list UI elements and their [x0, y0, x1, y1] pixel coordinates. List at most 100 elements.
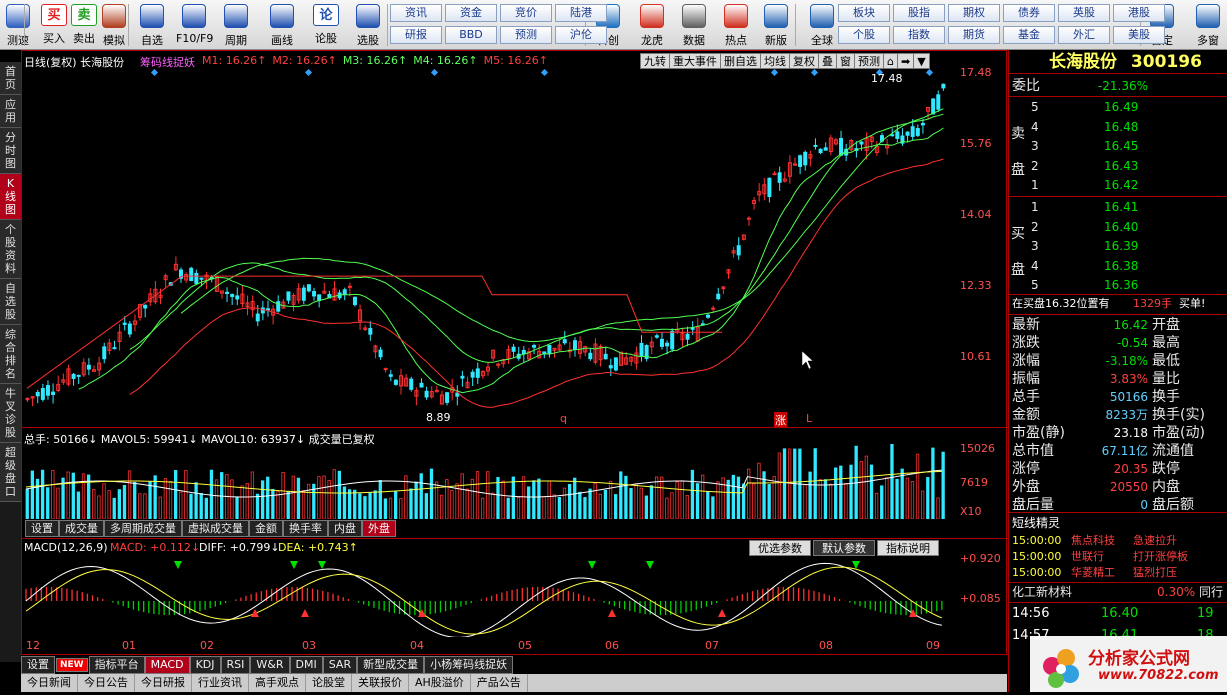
toolbar-pencil-icon[interactable]: 画线 [264, 2, 300, 48]
book-price[interactable]: 16.38 [1104, 259, 1138, 273]
left-tab[interactable]: 牛叉诊股 [0, 384, 21, 443]
indicator-tab[interactable]: 指标平台 [88, 656, 145, 674]
toolbar-new-version-icon[interactable]: 新版 [758, 2, 794, 48]
quick-button[interactable]: 基金 [1003, 26, 1055, 44]
book-price[interactable]: 16.49 [1104, 100, 1138, 114]
quick-button[interactable]: BBD [445, 26, 497, 44]
quick-button[interactable]: 外汇 [1058, 26, 1110, 44]
quick-button[interactable]: 美股 [1113, 26, 1165, 44]
volume-tab[interactable]: 虚拟成交量 [182, 520, 249, 537]
kline-button[interactable]: 叠 [818, 53, 837, 69]
toolbar-hot-icon[interactable]: 热点 [718, 2, 754, 48]
news-tab[interactable]: 关联报价 [352, 674, 409, 692]
book-price[interactable]: 16.48 [1104, 120, 1138, 134]
quick-button[interactable]: 股指 [893, 4, 945, 22]
quick-button[interactable]: 预测 [500, 26, 552, 44]
volume-tab[interactable]: 外盘 [362, 520, 396, 537]
quick-button[interactable]: 债券 [1003, 4, 1055, 22]
indicator-tab[interactable]: 新型成交量 [357, 656, 425, 674]
news-tab[interactable]: AH股溢价 [409, 674, 471, 692]
volume-tab[interactable]: 成交量 [59, 520, 104, 537]
toolbar-hammer-icon[interactable]: 模拟 [96, 2, 132, 48]
toolbar-select-stock-icon[interactable]: 选股 [350, 2, 386, 48]
sector-row[interactable]: 化工新材料 0.30% 同行 [1009, 583, 1227, 601]
book-price[interactable]: 16.45 [1104, 139, 1138, 153]
quick-button[interactable]: 板块 [838, 4, 890, 22]
toolbar-star-icon[interactable]: 自选 [134, 2, 170, 48]
sprite-title[interactable]: 短线精灵 [1009, 514, 1227, 532]
kline-button[interactable]: 九转 [640, 53, 670, 69]
kline-button[interactable]: 均线 [760, 53, 790, 69]
left-tab[interactable]: 综合排名 [0, 325, 21, 384]
kline-button[interactable]: 复权 [789, 53, 819, 69]
quick-button[interactable]: 港股 [1113, 4, 1165, 22]
book-price[interactable]: 16.40 [1104, 220, 1138, 234]
quick-button[interactable]: 资金 [445, 4, 497, 22]
indicator-tab[interactable]: 小杨筹码线捉妖 [424, 656, 514, 674]
book-price[interactable]: 16.36 [1104, 278, 1138, 292]
news-tab[interactable]: 产品公告 [471, 674, 528, 692]
volume-tab[interactable]: 设置 [25, 520, 59, 537]
toolbar-multi-window-icon[interactable]: 多窗 [1190, 2, 1226, 48]
indicator-tab[interactable]: W&R [250, 656, 290, 674]
indicator-tab[interactable]: MACD [144, 656, 190, 674]
volume-chart[interactable] [22, 444, 957, 519]
left-tab[interactable]: 自选股 [0, 279, 21, 325]
macd-button[interactable]: 指标说明 [877, 540, 939, 556]
volume-tab[interactable]: 内盘 [328, 520, 362, 537]
news-tab[interactable]: 今日新闻 [21, 674, 78, 692]
arrow-icon[interactable]: ➡ [896, 53, 915, 69]
toolbar-dragon-icon[interactable]: 龙虎 [634, 2, 670, 48]
toolbar-globe-icon[interactable]: 全球 [804, 2, 840, 48]
kline-chart[interactable] [22, 69, 957, 427]
kline-button[interactable]: 重大事件 [669, 53, 721, 69]
macd-button[interactable]: 默认参数 [813, 540, 875, 556]
left-tab[interactable]: 首页 [0, 62, 21, 95]
kline-button[interactable]: 预测 [854, 53, 884, 69]
book-price[interactable]: 16.42 [1104, 178, 1138, 192]
volume-tab[interactable]: 金额 [249, 520, 283, 537]
dropdown-icon[interactable]: ▼ [913, 53, 930, 69]
news-tab[interactable]: 今日研报 [135, 674, 192, 692]
quick-button[interactable]: 英股 [1058, 4, 1110, 22]
news-tab[interactable]: 行业资讯 [192, 674, 249, 692]
volume-tab[interactable]: 多周期成交量 [104, 520, 182, 537]
book-price[interactable]: 16.43 [1104, 159, 1138, 173]
left-tab[interactable]: 分时图 [0, 128, 21, 174]
news-tab[interactable]: 高手观点 [249, 674, 306, 692]
left-tab[interactable]: 个股资料 [0, 220, 21, 279]
indicator-name[interactable]: 筹码线捉妖 [140, 54, 195, 70]
toolbar-btn-8[interactable]: 论论股 [308, 2, 344, 48]
left-tab[interactable]: 超级盘口 [0, 443, 21, 502]
quick-button[interactable]: 期权 [948, 4, 1000, 22]
volume-tab[interactable]: 换手率 [283, 520, 328, 537]
lock-icon[interactable]: ⌂ [883, 53, 898, 69]
toolbar-clock-icon[interactable]: 测速 [0, 2, 36, 48]
left-tab[interactable]: K线图 [0, 174, 21, 220]
news-tab[interactable]: 今日公告 [78, 674, 135, 692]
book-price[interactable]: 16.41 [1104, 200, 1138, 214]
indicator-tab[interactable]: DMI [289, 656, 323, 674]
sprite-row[interactable]: 15:00:00 华菱精工 猛烈打压 [1009, 564, 1227, 582]
indicator-tab[interactable]: SAR [322, 656, 358, 674]
macd-button[interactable]: 优选参数 [749, 540, 811, 556]
quick-button[interactable]: 研报 [390, 26, 442, 44]
toolbar-f10-icon[interactable]: F10/F9 [176, 2, 213, 48]
kline-button[interactable]: 删自选 [720, 53, 761, 69]
indicator-tab[interactable]: RSI [220, 656, 251, 674]
quick-button[interactable]: 资讯 [390, 4, 442, 22]
toolbar-period-icon[interactable]: 周期 [218, 2, 254, 48]
book-price[interactable]: 16.39 [1104, 239, 1138, 253]
quick-button[interactable]: 指数 [893, 26, 945, 44]
kline-button[interactable]: 窗 [836, 53, 855, 69]
indicator-tab[interactable]: KDJ [189, 656, 221, 674]
left-tab[interactable]: 应用 [0, 95, 21, 128]
macd-chart[interactable] [22, 557, 957, 637]
quick-button[interactable]: 沪伦 [555, 26, 607, 44]
quick-button[interactable]: 个股 [838, 26, 890, 44]
indicator-tab[interactable]: 设置 [21, 656, 55, 674]
quick-button[interactable]: 期货 [948, 26, 1000, 44]
quick-button[interactable]: 陆港 [555, 4, 607, 22]
quick-button[interactable]: 竞价 [500, 4, 552, 22]
toolbar-pe-icon[interactable]: 数据 [676, 2, 712, 48]
